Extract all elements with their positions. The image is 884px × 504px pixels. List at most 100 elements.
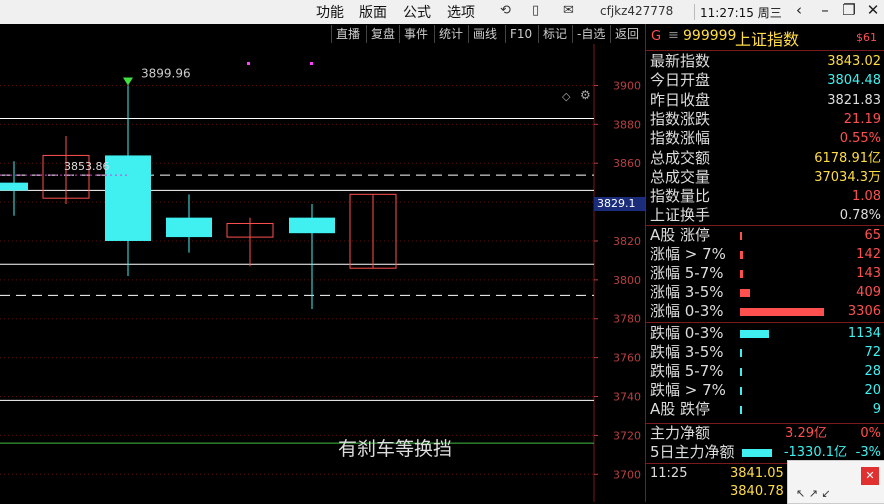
divider bbox=[646, 322, 884, 323]
resize-icon[interactable]: ↖ ↗ ↙ bbox=[796, 487, 831, 500]
stat-value: 1.08 bbox=[852, 189, 881, 205]
remove-favorite-button[interactable]: -自选 bbox=[572, 25, 610, 43]
events-button[interactable]: 事件 bbox=[399, 25, 434, 43]
marker-dot bbox=[247, 62, 250, 65]
breadth-label: A股 跌停 bbox=[650, 400, 711, 418]
menu-options[interactable]: 选项 bbox=[447, 2, 475, 22]
return-button[interactable]: 返回 bbox=[610, 25, 645, 43]
stock-name: 上证指数 bbox=[735, 30, 800, 49]
close-icon[interactable]: ✕ bbox=[862, 1, 884, 19]
breadth-value: 409 bbox=[856, 285, 881, 300]
breadth-row-up: 涨幅 5-7% 143 bbox=[646, 264, 884, 283]
breadth-label: 跌幅 0-3% bbox=[650, 324, 724, 342]
code-prefix: G bbox=[651, 29, 662, 44]
restore-icon[interactable]: ❐ bbox=[838, 1, 860, 19]
stat-row: 总成交量 37034.3万 bbox=[646, 168, 884, 187]
main-force-pct: 0% bbox=[860, 426, 881, 441]
menu-function[interactable]: 功能 bbox=[316, 2, 344, 22]
main-force-label: 主力净额 bbox=[650, 424, 711, 442]
breadth-row-up: 涨幅 0-3% 3306 bbox=[646, 302, 884, 321]
breadth-bar bbox=[740, 330, 769, 338]
minimize-icon[interactable]: – bbox=[814, 1, 836, 19]
main-force5-bar bbox=[742, 449, 772, 457]
mark-button[interactable]: 标记 bbox=[538, 25, 572, 43]
breadth-row-up: A股 涨停 65 bbox=[646, 226, 884, 245]
live-button[interactable]: 直播 bbox=[331, 25, 366, 43]
mid-label: 3853.86 bbox=[64, 160, 110, 173]
y-tick-label: 3700 bbox=[613, 468, 641, 481]
main-force-row: 主力净额 3.29亿 0% bbox=[646, 424, 884, 443]
mail-icon[interactable]: ✉ bbox=[563, 3, 574, 18]
stat-label: 总成交额 bbox=[650, 148, 711, 167]
stat-value: 37034.3万 bbox=[814, 169, 881, 185]
notification-popup[interactable]: ✕ ↖ ↗ ↙ bbox=[787, 460, 884, 504]
back-arrow-icon[interactable]: ‹ bbox=[788, 1, 810, 19]
tick-time: 11:25 bbox=[650, 466, 688, 481]
f10-button[interactable]: F10 bbox=[505, 25, 538, 43]
stat-value: 21.19 bbox=[843, 111, 881, 127]
replay-button[interactable]: 复盘 bbox=[366, 25, 399, 43]
stat-row: 总成交额 6178.91亿 bbox=[646, 149, 884, 168]
y-tick-label: 3880 bbox=[613, 118, 641, 131]
menu-formula[interactable]: 公式 bbox=[403, 2, 431, 22]
stat-value: 3821.83 bbox=[827, 92, 881, 108]
stat-value: 3843.02 bbox=[827, 54, 881, 69]
breadth-label: 跌幅 > 7% bbox=[650, 381, 726, 399]
candle-body bbox=[166, 217, 212, 238]
breadth-value: 143 bbox=[856, 266, 881, 281]
menu-icon[interactable]: ≡ bbox=[668, 28, 679, 43]
candle-body bbox=[105, 155, 151, 241]
y-tick-label: 3740 bbox=[613, 391, 641, 404]
user-account[interactable]: cfjkz427778 bbox=[600, 4, 673, 18]
stat-row: 最新指数 3843.02 bbox=[646, 52, 884, 71]
gear-icon[interactable]: ⚙ bbox=[580, 88, 591, 102]
tick-price-1: 3841.05 bbox=[730, 466, 784, 481]
breadth-label: 涨幅 3-5% bbox=[650, 283, 724, 301]
breadth-row-down: 跌幅 0-3% 1134 bbox=[646, 324, 884, 343]
stat-label: 今日开盘 bbox=[650, 71, 711, 90]
quote-panel: G ≡ 999999 上证指数 $61 主力净额 3.29亿 0% 5日主力净额… bbox=[645, 24, 884, 502]
stat-value: 6178.91亿 bbox=[814, 150, 881, 166]
breadth-label: 跌幅 5-7% bbox=[650, 362, 724, 380]
diamond-icon[interactable]: ◇ bbox=[562, 90, 570, 103]
stat-row: 指数量比 1.08 bbox=[646, 187, 884, 206]
stat-row: 今日开盘 3804.48 bbox=[646, 71, 884, 90]
breadth-label: 跌幅 3-5% bbox=[650, 343, 724, 361]
chart-canvas[interactable]: 3900388038603840382038003780376037403720… bbox=[0, 44, 645, 502]
stat-label: 指数涨跌 bbox=[650, 109, 711, 128]
stat-row: 上证换手 0.78% bbox=[646, 206, 884, 225]
stat-row: 昨日收盘 3821.83 bbox=[646, 91, 884, 110]
breadth-bar bbox=[740, 387, 742, 395]
breadth-label: 涨幅 > 7% bbox=[650, 245, 726, 263]
main-force5-label: 5日主力净额 bbox=[650, 443, 735, 461]
marker-dot bbox=[310, 62, 313, 65]
breadth-value: 65 bbox=[864, 228, 881, 243]
annotation-text: 有刹车等换挡 bbox=[338, 438, 453, 460]
breadth-row-down: 跌幅 3-5% 72 bbox=[646, 343, 884, 362]
tick-price-2: 3840.78 bbox=[730, 484, 784, 499]
breadth-label: 涨幅 0-3% bbox=[650, 302, 724, 320]
refresh-icon[interactable]: ⟲ bbox=[500, 3, 511, 18]
y-tick-label: 3780 bbox=[613, 313, 641, 326]
candle-body bbox=[289, 217, 335, 234]
chart-toolbar: 直播 复盘 事件 统计 画线 F10 标记 -自选 返回 bbox=[0, 24, 645, 44]
menu-layout[interactable]: 版面 bbox=[359, 2, 387, 22]
stats-button[interactable]: 统计 bbox=[434, 25, 468, 43]
panel-header: G ≡ 999999 上证指数 $61 bbox=[646, 24, 884, 51]
breadth-row-down: 跌幅 5-7% 28 bbox=[646, 362, 884, 381]
main-force-value: 3.29亿 bbox=[785, 426, 827, 441]
y-tick-label: 3760 bbox=[613, 352, 641, 365]
clock: 11:27:15 周三 bbox=[700, 6, 782, 20]
separator bbox=[694, 4, 695, 20]
stock-code: 999999 bbox=[683, 28, 737, 44]
phone-icon[interactable]: ▯ bbox=[532, 3, 539, 18]
high-label: 3899.96 bbox=[141, 67, 191, 81]
draw-line-button[interactable]: 画线 bbox=[468, 25, 505, 43]
breadth-bar bbox=[740, 406, 742, 414]
breadth-row-up: 涨幅 > 7% 142 bbox=[646, 245, 884, 264]
breadth-bar bbox=[740, 308, 824, 316]
breadth-value: 72 bbox=[864, 345, 881, 360]
candlestick-chart[interactable]: 3900388038603840382038003780376037403720… bbox=[0, 44, 645, 502]
close-icon[interactable]: ✕ bbox=[861, 467, 879, 485]
stat-value: 0.78% bbox=[839, 208, 881, 224]
